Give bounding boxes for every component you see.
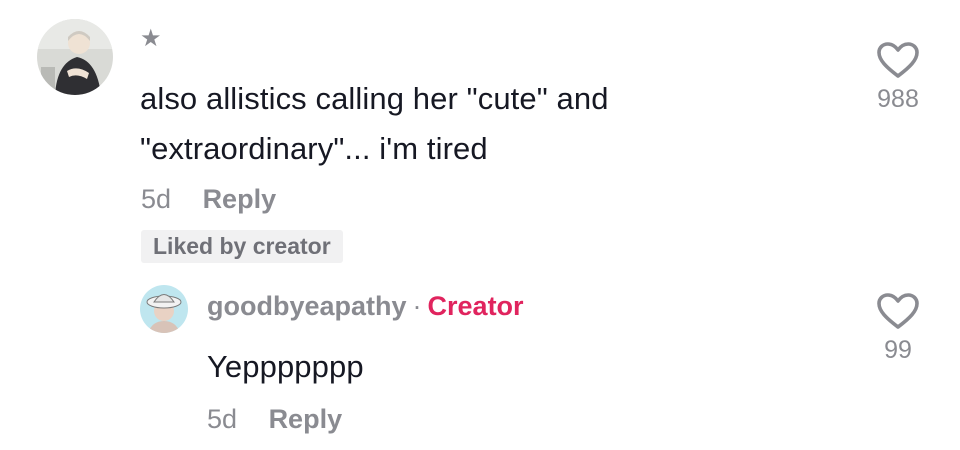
creator-avatar[interactable] [140,285,188,333]
commenter-avatar-image [37,19,113,95]
creator-avatar-image [140,285,188,333]
liked-by-creator-badge: Liked by creator [141,230,343,263]
comment-thread: ★ also allistics calling her "cute" and … [0,0,960,450]
comment-like: 988 [863,41,933,112]
comment-text-line-2: "extraordinary"... i'm tired [140,131,488,166]
comment-like-count: 988 [877,85,919,113]
reply-reply-button[interactable]: Reply [269,404,343,434]
reply-like: 99 [863,292,933,363]
reply-like-count: 99 [884,336,912,364]
comment-meta: 5d Reply [141,186,276,213]
reply-meta: 5d Reply [207,406,342,433]
commenter-avatar[interactable] [37,19,113,95]
comment-text: also allistics calling her "cute" and "e… [140,74,609,174]
separator-dot: · [412,291,422,321]
heart-icon[interactable] [876,41,920,79]
comment-reply-button[interactable]: Reply [203,184,277,214]
reply-age: 5d [207,404,238,434]
comment-age: 5d [141,184,172,214]
star-icon: ★ [140,25,162,52]
heart-icon[interactable] [876,292,920,330]
reply-header: goodbyeapathy · Creator [207,293,524,320]
comment-text-line-1: also allistics calling her "cute" and [140,81,609,116]
reply-username[interactable]: goodbyeapathy [207,291,407,321]
creator-label: Creator [427,291,524,321]
reply-text: Yeppppppp [207,349,364,384]
